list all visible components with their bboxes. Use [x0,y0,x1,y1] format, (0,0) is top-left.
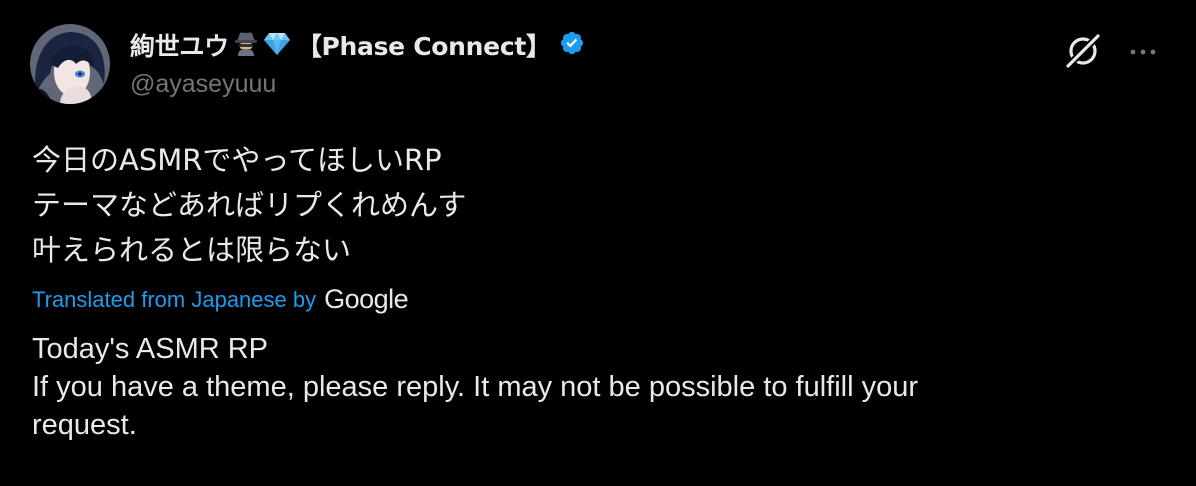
translated-text-line: If you have a theme, please reply. It ma… [32,371,919,403]
google-logo: Google [324,284,409,314]
gem-emoji [263,30,291,60]
grok-icon[interactable] [1062,30,1104,72]
author-name-row[interactable]: 絢世ユウ 【Phase Connect】 [130,28,585,62]
avatar[interactable] [30,24,110,104]
translated-text-line: request. [32,409,137,441]
more-options-icon[interactable] [1126,40,1160,64]
translated-from-link[interactable]: Translated from Japanese by [32,287,316,313]
tweet-text-line: テーマなどあればリプくれめんす [32,188,467,222]
display-name[interactable]: 絢世ユウ [130,27,229,63]
tweet-text: 今日のASMRでやってほしいRP テーマなどあればリプくれめんす 叶えられるとは… [32,138,466,273]
tweet-text-line: 今日のASMRでやってほしいRP [32,143,442,177]
tweet-card: 絢世ユウ 【Phase Connect】 @ayaseyuuu 今日のASMRで… [0,0,1196,486]
translated-text-line: Today's ASMR RP [32,333,269,365]
tweet-text-line: 叶えられるとは限らない [32,233,352,267]
author-handle[interactable]: @ayaseyuuu [130,70,276,99]
verified-badge-icon[interactable] [559,30,585,60]
translation-attribution: Translated from Japanese by Google [32,284,409,315]
detective-emoji [233,30,259,60]
display-name-suffix[interactable]: 【Phase Connect】 [297,27,551,63]
translated-text: Today's ASMR RP If you have a theme, ple… [32,330,1172,444]
